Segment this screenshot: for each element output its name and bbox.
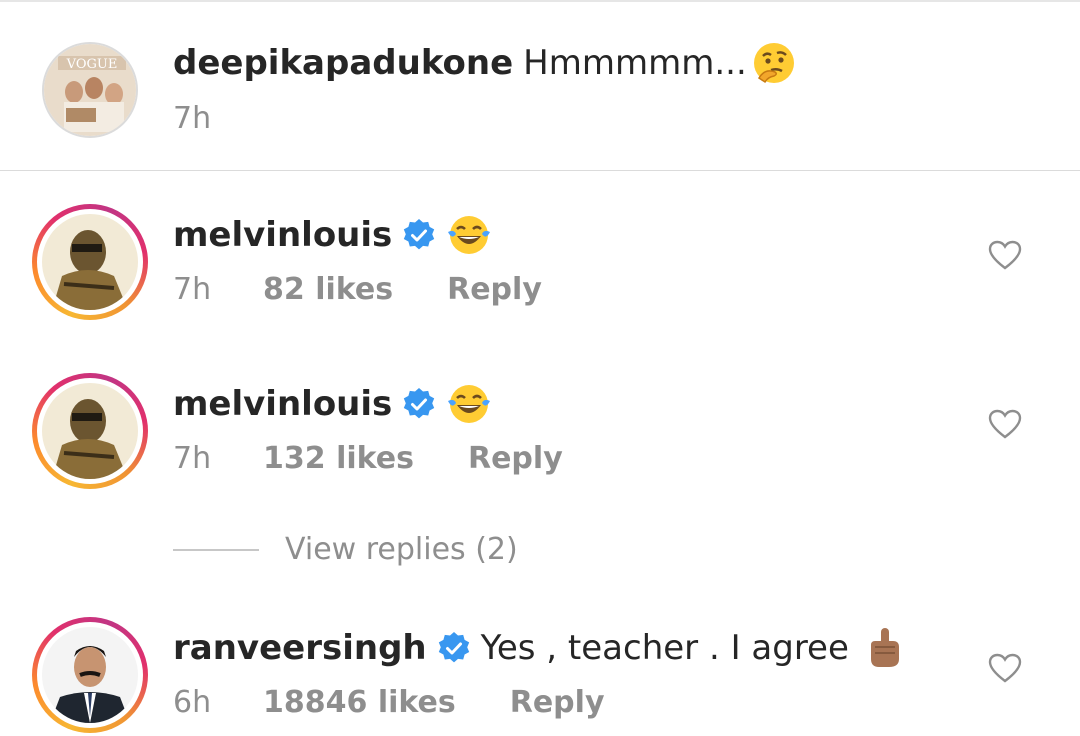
comment-time: 6h [173,685,212,720]
svg-text:VOGUE: VOGUE [66,57,118,72]
comment-text: Yes , teacher . I agree [480,628,849,668]
comment-likes[interactable]: 132 likes [263,441,414,476]
comment-likes[interactable]: 18846 likes [263,685,456,720]
verified-badge-icon [404,219,435,250]
view-replies-label: View replies (2) [285,532,518,567]
avatar-deepikapadukone[interactable]: VOGUE [42,42,138,138]
avatar-melvinlouis[interactable] [32,373,148,489]
caption-username[interactable]: deepikapadukone [173,43,513,83]
heart-icon[interactable] [988,652,1022,686]
caption-line: deepikapadukone Hmmmmm... [173,40,797,86]
comment-line-3: ranveersingh Yes , teacher . I agree [173,625,907,671]
view-replies-line [173,548,259,551]
reply-button[interactable]: Reply [510,685,605,720]
comment-meta-2: 7h 132 likes Reply [173,441,563,476]
comment-username[interactable]: melvinlouis [173,384,392,424]
thinking-face-icon [753,43,794,84]
verified-badge-icon [404,388,435,419]
caption-divider [0,170,1080,171]
comment-meta-3: 6h 18846 likes Reply [173,685,605,720]
verified-badge-icon [438,632,469,663]
comment-username[interactable]: ranveersingh [173,628,427,668]
comment-likes[interactable]: 82 likes [263,272,393,307]
top-divider [0,0,1080,2]
avatar-ranveersingh[interactable] [32,617,148,733]
caption-text: Hmmmmm... [523,43,747,83]
reply-button[interactable]: Reply [468,441,563,476]
comment-line-2: melvinlouis [173,381,492,427]
profile-photo-icon [42,383,138,479]
comment-username[interactable]: melvinlouis [173,215,392,255]
profile-photo-icon [42,214,138,310]
comment-line-1: melvinlouis [173,212,492,258]
heart-icon[interactable] [988,408,1022,442]
comment-meta-1: 7h 82 likes Reply [173,272,542,307]
magazine-cover-icon: VOGUE [44,44,136,136]
view-replies-button[interactable]: View replies (2) [173,532,518,567]
caption-time: 7h [173,101,212,136]
tears-of-joy-icon [448,216,491,254]
caption-meta: 7h [173,101,263,136]
comment-time: 7h [173,441,212,476]
profile-photo-icon [42,627,138,723]
avatar-melvinlouis[interactable] [32,204,148,320]
reply-button[interactable]: Reply [447,272,542,307]
comment-time: 7h [173,272,212,307]
heart-icon[interactable] [988,239,1022,273]
index-pointing-up-icon [870,628,899,667]
tears-of-joy-icon [448,385,491,423]
